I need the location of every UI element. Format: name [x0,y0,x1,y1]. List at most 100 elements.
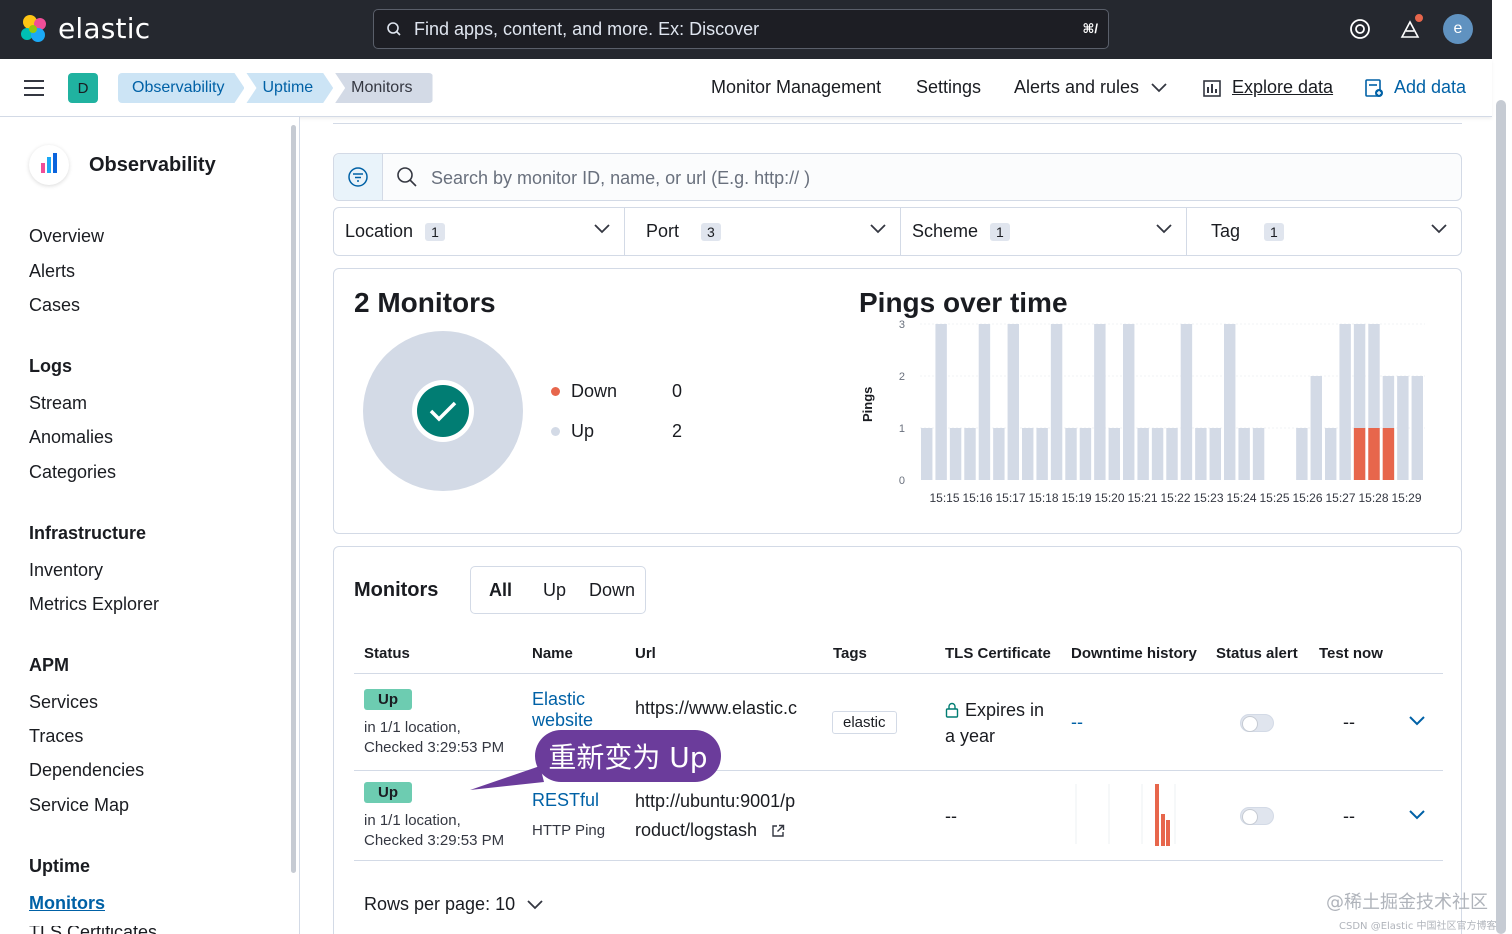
sidebar-item-inventory[interactable]: Inventory [29,560,103,581]
x-tick-label: 15:15 [929,491,959,505]
sidebar-title: Observability [89,153,216,176]
search-icon [387,22,401,36]
chevron-down-icon [1156,224,1172,234]
up-bar [1151,428,1164,480]
watermark-juejin: @稀土掘金技术社区 [1326,892,1488,913]
y-tick-label: 3 [899,319,905,331]
up-bar [1065,428,1077,480]
monitors-title: Monitors [354,579,439,601]
sidebar-heading-uptime: Uptime [29,856,91,876]
status-alert-toggle[interactable] [1240,807,1274,825]
sidebar-item-alerts[interactable]: Alerts [29,261,75,282]
chevron-down-icon [1431,224,1447,234]
sidebar-item-anomalies[interactable]: Anomalies [29,427,113,448]
up-bar [1123,324,1135,480]
explore-data-link[interactable]: Explore data [1202,77,1333,98]
monitor-url-line2[interactable]: roduct/logstash [635,820,757,841]
lock-icon [945,702,959,718]
sidebar-item-service-map[interactable]: Service Map [29,795,129,816]
chevron-down-icon [594,224,610,234]
up-bar [921,428,933,480]
elastic-logo[interactable]: elastic [18,12,150,45]
column-status[interactable]: Status [364,645,410,662]
monitor-search-placeholder: Search by monitor ID, name, or url (E.g.… [431,168,811,188]
tab-up[interactable]: Up [543,580,566,601]
sidebar-item-overview[interactable]: Overview [29,226,104,247]
up-bar [1079,428,1092,480]
callout-pointer [470,766,544,790]
settings-link[interactable]: Settings [916,77,981,98]
downtime-history: -- [1071,712,1083,732]
y-tick-label: 1 [899,423,905,435]
help-button[interactable] [1345,14,1375,44]
monitor-search-input[interactable]: Search by monitor ID, name, or url (E.g.… [333,153,1462,201]
sidebar-item-categories[interactable]: Categories [29,462,116,483]
scheme-filter-count: 1 [990,222,1010,241]
x-tick-label: 15:18 [1028,491,1058,505]
up-bar [1325,428,1337,480]
up-bar [1180,324,1193,480]
downtime-history-sparkline [1075,784,1176,846]
up-bar [1050,324,1063,480]
tag-badge[interactable]: elastic [832,711,897,734]
tag-filter[interactable]: Tag 1 [1187,208,1461,255]
legend-down-label: Down [571,381,618,401]
breadcrumb-uptime[interactable]: Uptime [246,73,333,103]
tab-down[interactable]: Down [589,580,635,601]
sidebar-item-metrics-explorer[interactable]: Metrics Explorer [29,594,159,615]
sidebar-item-services[interactable]: Services [29,692,98,713]
location-filter[interactable]: Location 1 [334,208,625,255]
sidebar-item-dependencies[interactable]: Dependencies [29,760,144,781]
table-divider [354,860,1443,861]
search-shortcut: ⌘/ [1082,21,1098,36]
tls-expiry-2: a year [945,726,996,746]
up-bar [1022,428,1034,480]
sidebar-item-cases[interactable]: Cases [29,295,80,316]
query-filter-button[interactable] [334,154,383,200]
sidebar-scrollbar[interactable] [291,125,296,873]
tab-all[interactable]: All [489,580,512,601]
test-now[interactable]: -- [1343,806,1355,827]
monitor-count-title: 2 Monitors [354,287,496,318]
main-scrollbar[interactable] [1496,100,1506,934]
sidebar-item-traces[interactable]: Traces [29,726,83,747]
column-name[interactable]: Name [532,645,573,662]
add-data-link[interactable]: Add data [1364,77,1466,98]
user-avatar[interactable]: e [1443,14,1473,44]
divider [333,123,1462,124]
breadcrumb-observability[interactable]: Observability [118,73,244,103]
monitor-name-link[interactable]: Elastic website [532,689,622,731]
down-dot [551,387,560,396]
monitor-name-link[interactable]: RESTful [532,790,599,811]
status-badge: Up [364,689,412,710]
sidebar-item-stream[interactable]: Stream [29,393,87,414]
x-tick-label: 15:20 [1094,491,1124,505]
sidebar-item-monitors[interactable]: Monitors [29,893,105,914]
external-link-icon[interactable] [771,824,785,838]
y-tick-label: 0 [899,475,905,487]
up-bar [1166,428,1178,480]
monitor-url-line1[interactable]: http://ubuntu:9001/p [635,791,795,812]
monitor-url[interactable]: https://www.elastic.c [635,698,797,719]
breadcrumb: Observability Uptime Monitors [118,73,435,103]
expand-chevron-icon[interactable] [1409,810,1425,820]
top-header: elastic Find apps, content, and more. Ex… [0,0,1492,59]
expand-chevron-icon[interactable] [1409,716,1425,726]
scheme-filter[interactable]: Scheme 1 [901,208,1187,255]
status-alert-toggle[interactable] [1240,714,1274,732]
annotation-callout: 重新变为 Up [535,730,721,782]
status-location: in 1/1 location, [364,812,461,829]
sidebar-item-tls-certificates[interactable]: TLS Certificates [29,926,157,934]
down-bar [1368,428,1380,480]
global-search[interactable]: Find apps, content, and more. Ex: Discov… [373,9,1109,49]
monitor-management-link[interactable]: Monitor Management [711,77,881,98]
x-tick-label: 15:29 [1391,491,1421,505]
alerts-and-rules-menu[interactable]: Alerts and rules [1014,77,1167,98]
test-now[interactable]: -- [1343,712,1355,733]
location-filter-count: 1 [425,222,445,241]
menu-toggle[interactable] [24,80,44,101]
port-filter[interactable]: Port 3 [625,208,901,255]
downtime-bar [1166,820,1170,846]
rows-per-page-select[interactable]: Rows per page: 10 [364,894,543,915]
space-selector[interactable]: D [68,73,98,103]
